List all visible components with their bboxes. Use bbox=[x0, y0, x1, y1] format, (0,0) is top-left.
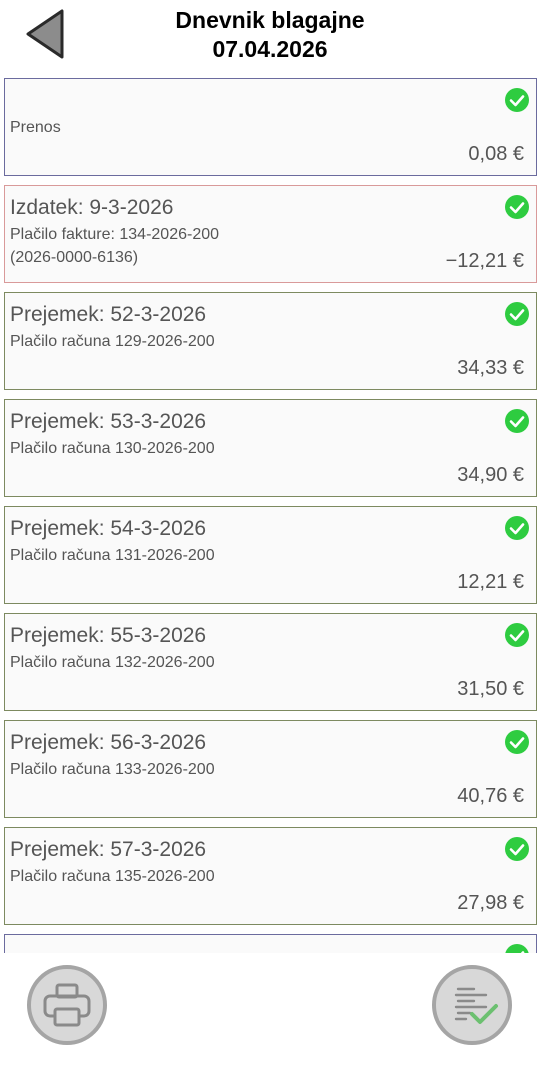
footer-toolbar bbox=[0, 953, 540, 1065]
journal-entry-receipt[interactable]: Prejemek: 55-3-2026 Plačilo računa 132-2… bbox=[4, 613, 537, 711]
confirm-list-button[interactable] bbox=[432, 965, 512, 1045]
journal-list[interactable]: Prenos 0,08 € Izdatek: 9-3-2026 Plačilo … bbox=[0, 76, 540, 953]
entry-heading: Prejemek: 52-3-2026 bbox=[10, 303, 207, 326]
entry-description: Plačilo računa 135-2026-200 bbox=[10, 868, 215, 885]
title-text: Dnevnik blagajne bbox=[175, 7, 365, 33]
page-title: Dnevnik blagajne 07.04.2026 bbox=[0, 6, 540, 64]
check-circle-icon bbox=[505, 837, 529, 861]
entry-description: Plačilo računa 129-2026-200 bbox=[10, 333, 215, 350]
entry-amount: 40,76 € bbox=[457, 785, 524, 807]
journal-entry-receipt[interactable]: Prejemek: 54-3-2026 Plačilo računa 131-2… bbox=[4, 506, 537, 604]
journal-entry-expense[interactable]: Izdatek: 9-3-2026 Plačilo fakture: 134-2… bbox=[4, 185, 537, 283]
list-check-icon bbox=[454, 987, 498, 1024]
journal-entry-partial[interactable] bbox=[4, 934, 537, 953]
entry-amount: 34,33 € bbox=[457, 357, 524, 379]
entry-heading: Prejemek: 57-3-2026 bbox=[10, 838, 207, 861]
entry-description: Plačilo fakture: 134-2026-200 (2026-0000… bbox=[10, 226, 220, 266]
journal-entry-receipt[interactable]: Prejemek: 53-3-2026 Plačilo računa 130-2… bbox=[4, 399, 537, 497]
entry-description: Prenos bbox=[10, 119, 61, 136]
check-circle-icon bbox=[505, 623, 529, 647]
entry-description: Plačilo računa 131-2026-200 bbox=[10, 547, 215, 564]
check-circle-icon bbox=[505, 516, 529, 540]
entry-amount: 34,90 € bbox=[457, 464, 524, 486]
entry-description: Plačilo računa 133-2026-200 bbox=[10, 761, 215, 778]
entry-description: Plačilo računa 130-2026-200 bbox=[10, 440, 215, 457]
entry-heading: Prejemek: 53-3-2026 bbox=[10, 410, 207, 433]
entry-amount: 31,50 € bbox=[457, 678, 524, 700]
journal-entry-receipt[interactable]: Prejemek: 56-3-2026 Plačilo računa 133-2… bbox=[4, 720, 537, 818]
check-circle-icon bbox=[505, 195, 529, 219]
entry-description: Plačilo računa 132-2026-200 bbox=[10, 654, 215, 671]
check-circle-icon bbox=[505, 88, 529, 112]
journal-entry-receipt[interactable]: Prejemek: 52-3-2026 Plačilo računa 129-2… bbox=[4, 292, 537, 390]
journal-entry-transfer[interactable]: Prenos 0,08 € bbox=[4, 78, 537, 176]
header: Dnevnik blagajne 07.04.2026 bbox=[0, 0, 540, 72]
check-circle-icon bbox=[505, 302, 529, 326]
check-circle-icon bbox=[505, 730, 529, 754]
entry-heading: Izdatek: 9-3-2026 bbox=[10, 196, 174, 219]
check-circle-icon bbox=[505, 409, 529, 433]
check-circle-icon bbox=[505, 944, 529, 953]
entry-amount: 12,21 € bbox=[457, 571, 524, 593]
entry-heading: Prejemek: 56-3-2026 bbox=[10, 731, 207, 754]
journal-entry-receipt[interactable]: Prejemek: 57-3-2026 Plačilo računa 135-2… bbox=[4, 827, 537, 925]
entry-heading: Prejemek: 54-3-2026 bbox=[10, 517, 207, 540]
entry-amount: 27,98 € bbox=[457, 892, 524, 914]
entry-amount: −12,21 € bbox=[445, 250, 524, 272]
entry-amount: 0,08 € bbox=[468, 143, 524, 165]
title-date: 07.04.2026 bbox=[212, 36, 328, 62]
entry-heading: Prejemek: 55-3-2026 bbox=[10, 624, 207, 647]
printer-icon bbox=[43, 983, 91, 1027]
print-button[interactable] bbox=[27, 965, 107, 1045]
